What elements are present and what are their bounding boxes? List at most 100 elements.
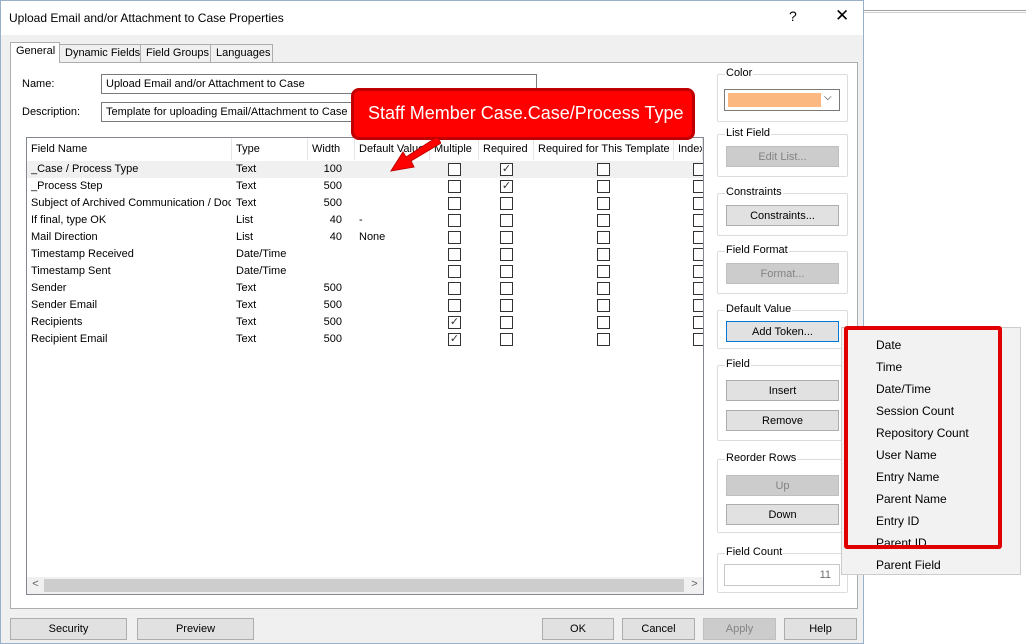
index-checkbox[interactable] bbox=[693, 265, 703, 278]
required-checkbox[interactable] bbox=[500, 316, 513, 329]
table-row[interactable]: _Case / Process Type Text 100 ✓ bbox=[27, 161, 703, 178]
close-icon[interactable]: ✕ bbox=[835, 6, 849, 26]
field-width-cell: 500 bbox=[323, 333, 342, 345]
multiple-checkbox[interactable] bbox=[448, 214, 461, 227]
ok-button[interactable]: OK bbox=[542, 618, 614, 640]
required-for-template-checkbox[interactable] bbox=[597, 231, 610, 244]
field-name-cell: Recipient Email bbox=[31, 333, 108, 345]
preview-button[interactable]: Preview bbox=[137, 618, 254, 640]
multiple-checkbox[interactable]: ✓ bbox=[448, 316, 461, 329]
table-row[interactable]: Recipient Email Text 500 ✓ bbox=[27, 331, 703, 348]
multiple-checkbox[interactable] bbox=[448, 265, 461, 278]
required-for-template-checkbox[interactable] bbox=[597, 299, 610, 312]
apply-button[interactable]: Apply bbox=[703, 618, 776, 640]
format-button[interactable]: Format... bbox=[726, 263, 839, 284]
table-row[interactable]: Subject of Archived Communication / Doc T… bbox=[27, 195, 703, 212]
required-checkbox[interactable]: ✓ bbox=[500, 163, 513, 176]
table-row[interactable]: Timestamp Sent Date/Time bbox=[27, 263, 703, 280]
description-label: Description: bbox=[22, 106, 81, 118]
menu-item-parent-field[interactable]: Parent Field bbox=[876, 558, 941, 572]
required-checkbox[interactable] bbox=[500, 265, 513, 278]
constraints-button[interactable]: Constraints... bbox=[726, 205, 839, 226]
index-checkbox[interactable] bbox=[693, 231, 703, 244]
index-checkbox[interactable] bbox=[693, 316, 703, 329]
field-format-label: Field Format bbox=[725, 244, 789, 256]
tab-field-groups[interactable]: Field Groups bbox=[140, 44, 211, 62]
field-name-cell: _Case / Process Type bbox=[31, 163, 139, 175]
index-checkbox[interactable] bbox=[693, 248, 703, 261]
down-button[interactable]: Down bbox=[726, 504, 839, 525]
color-picker[interactable]: ⌵ bbox=[724, 89, 840, 111]
required-checkbox[interactable]: ✓ bbox=[500, 180, 513, 193]
required-for-template-checkbox[interactable] bbox=[597, 316, 610, 329]
remove-button[interactable]: Remove bbox=[726, 410, 839, 431]
required-checkbox[interactable] bbox=[500, 214, 513, 227]
multiple-checkbox[interactable] bbox=[448, 197, 461, 210]
scroll-right-icon[interactable]: > bbox=[686, 578, 703, 590]
multiple-checkbox[interactable] bbox=[448, 282, 461, 295]
scroll-left-icon[interactable]: < bbox=[27, 578, 44, 590]
index-checkbox[interactable] bbox=[693, 163, 703, 176]
required-checkbox[interactable] bbox=[500, 299, 513, 312]
required-for-template-checkbox[interactable] bbox=[597, 163, 610, 176]
multiple-checkbox[interactable] bbox=[448, 248, 461, 261]
edit-list-button[interactable]: Edit List... bbox=[726, 146, 839, 167]
index-checkbox[interactable] bbox=[693, 214, 703, 227]
tab-languages[interactable]: Languages bbox=[210, 44, 273, 62]
required-checkbox[interactable] bbox=[500, 282, 513, 295]
required-checkbox[interactable] bbox=[500, 333, 513, 346]
multiple-checkbox[interactable] bbox=[448, 299, 461, 312]
column-header-index[interactable]: Index bbox=[674, 138, 703, 160]
multiple-checkbox[interactable]: ✓ bbox=[448, 333, 461, 346]
required-checkbox[interactable] bbox=[500, 231, 513, 244]
required-for-template-checkbox[interactable] bbox=[597, 248, 610, 261]
table-row[interactable]: Timestamp Received Date/Time bbox=[27, 246, 703, 263]
cancel-button[interactable]: Cancel bbox=[622, 618, 695, 640]
window-title: Upload Email and/or Attachment to Case P… bbox=[9, 11, 284, 25]
index-checkbox[interactable] bbox=[693, 299, 703, 312]
name-label: Name: bbox=[22, 78, 55, 90]
column-header-type[interactable]: Type bbox=[232, 138, 308, 160]
field-name-cell: Timestamp Received bbox=[31, 248, 134, 260]
index-checkbox[interactable] bbox=[693, 180, 703, 193]
index-checkbox[interactable] bbox=[693, 333, 703, 346]
index-checkbox[interactable] bbox=[693, 197, 703, 210]
add-token-button[interactable]: Add Token... bbox=[726, 321, 839, 342]
table-row[interactable]: Sender Text 500 bbox=[27, 280, 703, 297]
up-button[interactable]: Up bbox=[726, 475, 839, 496]
tab-general[interactable]: General bbox=[10, 42, 60, 63]
field-type-cell: List bbox=[236, 214, 254, 226]
horizontal-scrollbar[interactable]: < > bbox=[27, 577, 703, 594]
tab-dynamic-fields[interactable]: Dynamic Fields bbox=[59, 44, 141, 62]
default-value-cell: - bbox=[359, 214, 363, 226]
column-header-required[interactable]: Required bbox=[479, 138, 534, 160]
table-row[interactable]: If final, type OK List 40 - bbox=[27, 212, 703, 229]
table-row[interactable]: _Process Step Text 500 ✓ bbox=[27, 178, 703, 195]
insert-button[interactable]: Insert bbox=[726, 380, 839, 401]
multiple-checkbox[interactable] bbox=[448, 180, 461, 193]
table-row[interactable]: Mail Direction List 40 None bbox=[27, 229, 703, 246]
field-type-cell: Text bbox=[236, 197, 257, 209]
table-row[interactable]: Recipients Text 500 ✓ bbox=[27, 314, 703, 331]
required-for-template-checkbox[interactable] bbox=[597, 180, 610, 193]
multiple-checkbox[interactable] bbox=[448, 231, 461, 244]
security-button[interactable]: Security bbox=[10, 618, 127, 640]
scrollbar-thumb[interactable] bbox=[44, 579, 684, 592]
multiple-checkbox[interactable] bbox=[448, 163, 461, 176]
required-for-template-checkbox[interactable] bbox=[597, 333, 610, 346]
required-for-template-checkbox[interactable] bbox=[597, 265, 610, 278]
help-button[interactable]: Help bbox=[784, 618, 857, 640]
chevron-down-icon[interactable]: ⌵ bbox=[824, 92, 832, 103]
index-checkbox[interactable] bbox=[693, 282, 703, 295]
help-icon[interactable]: ? bbox=[789, 8, 797, 24]
required-for-template-checkbox[interactable] bbox=[597, 197, 610, 210]
required-for-template-checkbox[interactable] bbox=[597, 282, 610, 295]
field-type-cell: Text bbox=[236, 163, 257, 175]
required-for-template-checkbox[interactable] bbox=[597, 214, 610, 227]
required-checkbox[interactable] bbox=[500, 197, 513, 210]
column-header-width[interactable]: Width bbox=[308, 138, 355, 160]
column-header-field-name[interactable]: Field Name bbox=[27, 138, 232, 160]
column-header-required-for-template[interactable]: Required for This Template bbox=[534, 138, 674, 160]
table-row[interactable]: Sender Email Text 500 bbox=[27, 297, 703, 314]
required-checkbox[interactable] bbox=[500, 248, 513, 261]
